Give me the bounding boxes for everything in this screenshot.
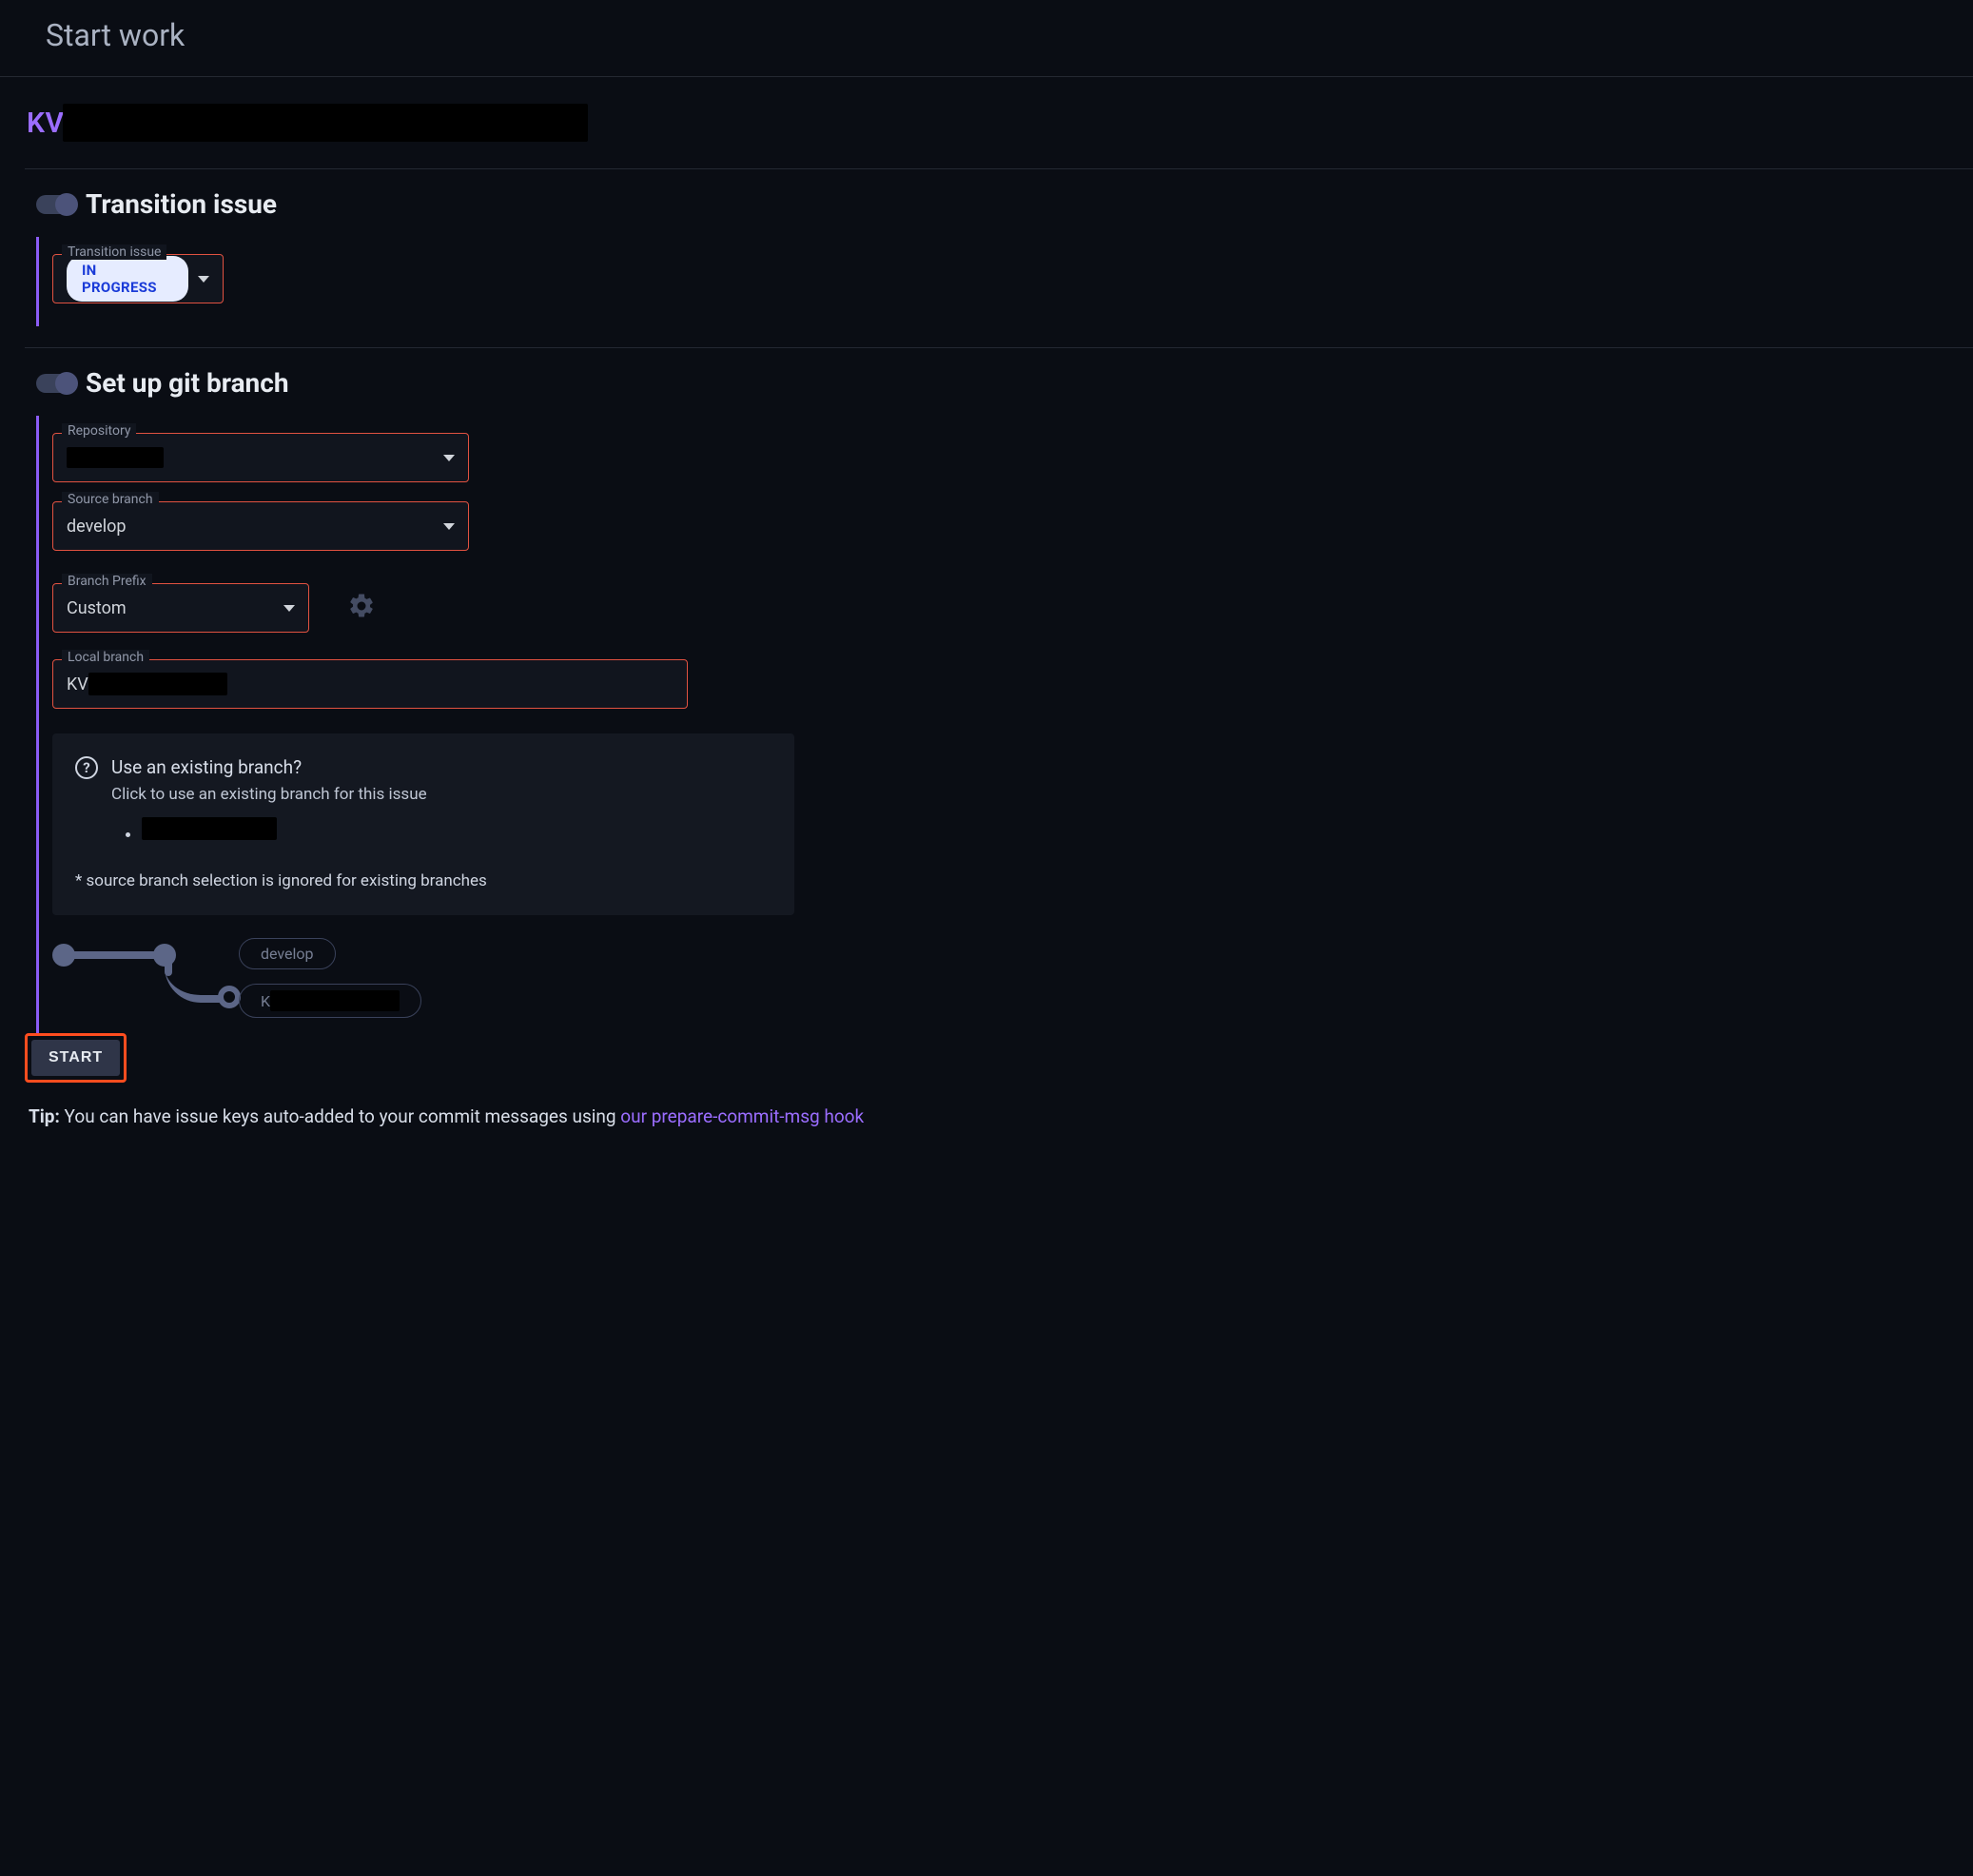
section-transition-issue: Transition issue Transition issue IN PRO…	[25, 169, 1973, 348]
tip-text: Tip: You can have issue keys auto-added …	[25, 1105, 1973, 1127]
chevron-down-icon	[283, 605, 295, 612]
existing-branch-title: Use an existing branch?	[111, 756, 302, 778]
toggle-transition-issue[interactable]	[36, 195, 76, 214]
existing-branch-footnote: * source branch selection is ignored for…	[75, 871, 772, 890]
page-title: Start work	[0, 0, 1973, 77]
commit-ring-icon	[218, 986, 241, 1008]
chevron-down-icon	[443, 523, 455, 530]
branch-prefix-value: Custom	[67, 598, 274, 618]
start-button-highlight: START	[25, 1033, 127, 1083]
issue-key[interactable]: KV	[27, 107, 65, 140]
local-branch-input[interactable]: KV	[52, 659, 688, 709]
commit-dot-icon	[52, 944, 75, 967]
help-icon: ?	[75, 756, 98, 779]
branch-prefix-label: Branch Prefix	[62, 574, 152, 589]
status-chip: IN PROGRESS	[67, 256, 188, 302]
transition-status-select[interactable]: IN PROGRESS	[52, 254, 224, 303]
issue-header: KV	[25, 77, 1973, 169]
local-branch-value-redacted	[88, 673, 227, 695]
existing-branch-item[interactable]	[142, 817, 772, 845]
gear-icon[interactable]	[347, 592, 376, 624]
chevron-down-icon	[198, 276, 209, 283]
toggle-git-branch[interactable]	[36, 374, 76, 393]
section-title: Transition issue	[86, 188, 277, 220]
tip-link[interactable]: our prepare-commit-msg hook	[620, 1105, 864, 1127]
existing-branch-subtitle: Click to use an existing branch for this…	[111, 785, 772, 804]
source-branch-select[interactable]: develop	[52, 501, 469, 551]
repository-label: Repository	[62, 423, 136, 439]
source-branch-label: Source branch	[62, 492, 159, 507]
section-git-branch: Set up git branch Repository Source bran…	[25, 348, 1973, 1148]
chevron-down-icon	[443, 455, 455, 461]
diagram-new-branch-pill: K	[239, 984, 421, 1018]
issue-summary-redacted	[63, 104, 588, 142]
local-branch-label: Local branch	[62, 650, 149, 665]
diagram-source-branch-pill: develop	[239, 938, 336, 969]
repository-value-redacted	[67, 447, 164, 468]
existing-branch-panel: ? Use an existing branch? Click to use a…	[52, 733, 794, 915]
local-branch-value-prefix: KV	[67, 674, 88, 694]
branch-diagram: develop K	[52, 940, 623, 1020]
branch-prefix-select[interactable]: Custom	[52, 583, 309, 633]
repository-select[interactable]	[52, 433, 469, 482]
source-branch-value: develop	[67, 517, 434, 537]
transition-field-label: Transition issue	[62, 244, 166, 260]
start-button[interactable]: START	[31, 1040, 120, 1076]
section-title: Set up git branch	[86, 367, 289, 399]
